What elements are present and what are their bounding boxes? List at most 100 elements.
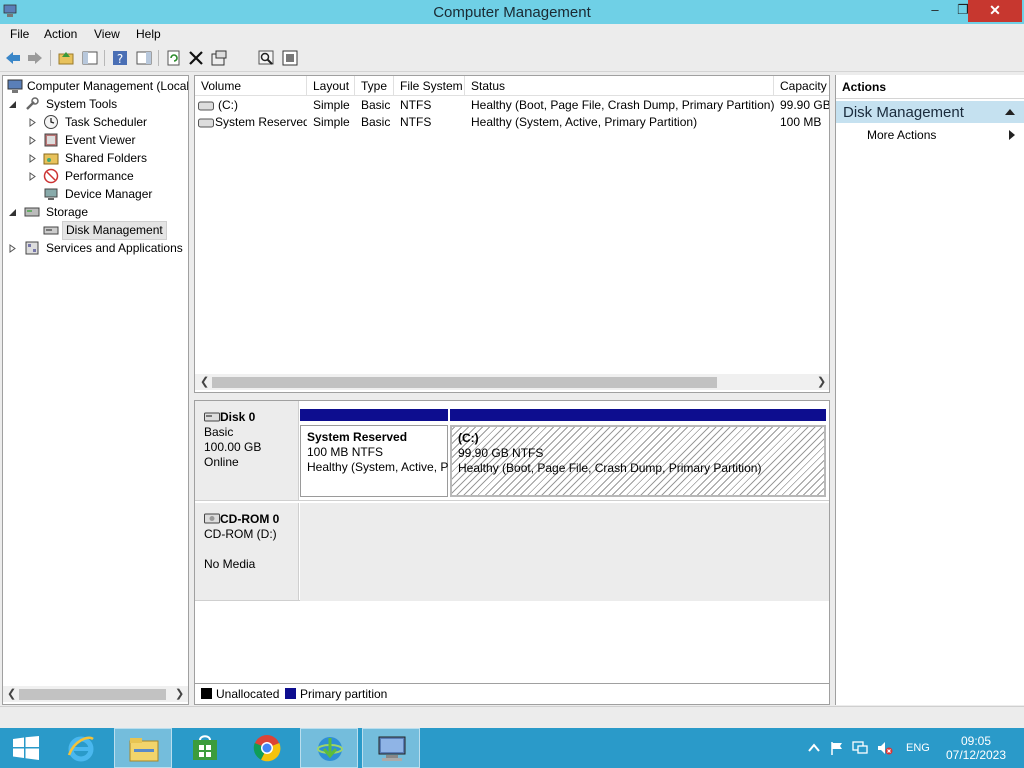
collapse-arrow-icon[interactable] (9, 100, 17, 109)
tree-item-system-tools[interactable]: System Tools (9, 96, 188, 113)
tree-horizontal-scrollbar[interactable]: ❮ ❯ (3, 686, 188, 702)
action-center-flag-icon[interactable] (829, 741, 845, 755)
column-header-volume[interactable]: Volume (195, 76, 307, 96)
partition-size: 100 MB NTFS (307, 445, 384, 459)
disk-management-icon (43, 226, 59, 235)
partition-legend: Unallocated Primary partition (194, 683, 830, 705)
more-actions-item[interactable]: More Actions (867, 128, 936, 142)
expand-arrow-icon[interactable] (29, 154, 37, 163)
cell-file-system: NTFS (400, 98, 432, 112)
taskbar-store[interactable] (176, 728, 234, 768)
show-hide-action-pane-icon[interactable] (135, 49, 153, 67)
primary-partition-bar (300, 409, 448, 421)
column-header-file-system[interactable]: File System (394, 76, 465, 96)
tree-item-computer-management[interactable]: Computer Management (Local (5, 78, 188, 95)
network-icon[interactable] (852, 741, 868, 755)
partition-system-reserved[interactable]: System Reserved 100 MB NTFS Healthy (Sys… (300, 409, 448, 497)
tree-item-performance[interactable]: Performance (29, 168, 188, 185)
cell-volume: (C:) (218, 98, 238, 112)
menu-help[interactable]: Help (136, 27, 161, 41)
taskbar-computer-management[interactable] (362, 728, 420, 768)
disk-label[interactable]: Disk 0 Basic 100.00 GB Online (195, 401, 299, 500)
expand-arrow-icon[interactable] (29, 172, 37, 181)
back-icon[interactable] (4, 49, 22, 67)
computer-management-icon (378, 736, 406, 761)
collapse-caret-icon[interactable] (1005, 109, 1015, 115)
column-header-capacity[interactable]: Capacity (774, 76, 829, 96)
search-icon[interactable] (257, 49, 275, 67)
column-header-type[interactable]: Type (355, 76, 394, 96)
column-header-layout[interactable]: Layout (307, 76, 355, 96)
partition-body[interactable]: System Reserved 100 MB NTFS Healthy (Sys… (300, 425, 448, 497)
taskbar-clock[interactable]: 09:05 07/12/2023 (944, 734, 1008, 762)
internet-explorer-icon (67, 736, 94, 762)
actions-section-disk-management[interactable]: Disk Management (836, 101, 1024, 123)
expand-arrow-icon[interactable] (9, 244, 17, 253)
scroll-right-icon[interactable]: ❯ (175, 687, 184, 700)
volume-muted-icon[interactable] (877, 741, 893, 755)
menu-action[interactable]: Action (44, 27, 77, 41)
up-folder-icon[interactable] (57, 49, 75, 67)
scrollbar-thumb[interactable] (19, 689, 166, 700)
expand-arrow-icon[interactable] (29, 136, 37, 145)
show-hidden-icons-chevron-icon[interactable] (806, 741, 822, 755)
taskbar-file-explorer[interactable] (114, 728, 172, 768)
collapse-arrow-icon[interactable] (9, 208, 17, 217)
taskbar-internet-download-manager[interactable] (300, 728, 358, 768)
scroll-left-icon[interactable]: ❮ (200, 375, 209, 388)
file-explorer-icon (129, 738, 159, 762)
tree-label: Shared Folders (65, 151, 148, 165)
event-viewer-icon (44, 133, 58, 147)
navigation-tree: Computer Management (Local System Tools … (2, 75, 189, 705)
tree-label: Services and Applications (46, 241, 183, 255)
taskbar-internet-explorer[interactable] (52, 728, 110, 768)
menu-view[interactable]: View (94, 27, 120, 41)
delete-icon[interactable] (187, 49, 205, 67)
show-hide-tree-icon[interactable] (81, 49, 99, 67)
internet-download-manager-icon (317, 737, 343, 761)
disk-graphical-view: Disk 0 Basic 100.00 GB Online System Res… (194, 400, 830, 705)
scroll-right-icon[interactable]: ❯ (817, 375, 826, 388)
disk-row-cdrom-0[interactable]: CD-ROM 0 CD-ROM (D:) No Media (195, 503, 829, 601)
cell-capacity: 99.90 GB (780, 98, 830, 112)
tree-item-disk-management[interactable]: Disk Management (29, 221, 188, 240)
disk-label[interactable]: CD-ROM 0 CD-ROM (D:) No Media (195, 503, 299, 600)
disk-row-disk-0[interactable]: Disk 0 Basic 100.00 GB Online System Res… (195, 401, 829, 501)
forward-icon[interactable] (26, 49, 44, 67)
taskbar-chrome[interactable] (238, 728, 296, 768)
partition-c-drive[interactable]: (C:) 99.90 GB NTFS Healthy (Boot, Page F… (450, 409, 826, 497)
submenu-arrow-icon[interactable] (1009, 130, 1015, 140)
system-tools-icon (26, 97, 39, 110)
partition-name: (C:) (458, 431, 479, 445)
partition-body-selected[interactable]: (C:) 99.90 GB NTFS Healthy (Boot, Page F… (450, 425, 826, 497)
export-icon[interactable] (281, 49, 299, 67)
disk-name: CD-ROM 0 (220, 512, 280, 526)
scroll-left-icon[interactable]: ❮ (7, 687, 16, 700)
partition-name: System Reserved (307, 430, 408, 444)
tree-item-device-manager[interactable]: Device Manager (29, 186, 188, 203)
taskbar: ENG 09:05 07/12/2023 (0, 728, 1024, 768)
minimize-button[interactable]: – (922, 0, 948, 22)
expand-arrow-icon[interactable] (29, 118, 37, 127)
tree-item-event-viewer[interactable]: Event Viewer (29, 132, 188, 149)
tree-label: Device Manager (65, 187, 153, 201)
tree-item-services-and-applications[interactable]: Services and Applications (9, 240, 188, 257)
tree-item-task-scheduler[interactable]: Task Scheduler (29, 114, 188, 131)
close-button[interactable]: ✕ (968, 0, 1022, 22)
help-icon[interactable]: ? (111, 49, 129, 67)
tree-item-storage[interactable]: Storage (9, 204, 188, 221)
refresh-icon[interactable] (165, 49, 183, 67)
scrollbar-thumb[interactable] (212, 377, 717, 388)
list-horizontal-scrollbar[interactable]: ❮ ❯ (195, 374, 829, 390)
properties-icon[interactable] (210, 49, 228, 67)
cell-status: Healthy (Boot, Page File, Crash Dump, Pr… (471, 98, 774, 112)
tree-label: Task Scheduler (65, 115, 148, 129)
primary-partition-bar (450, 409, 826, 421)
tree-item-shared-folders[interactable]: Shared Folders (29, 150, 188, 167)
menu-file[interactable]: File (10, 27, 29, 41)
column-header-status[interactable]: Status (465, 76, 774, 96)
input-language-indicator[interactable]: ENG (906, 742, 930, 754)
start-button[interactable] (0, 728, 58, 768)
toolbar-separator (104, 50, 105, 66)
cdrom-empty-area[interactable] (300, 503, 829, 601)
